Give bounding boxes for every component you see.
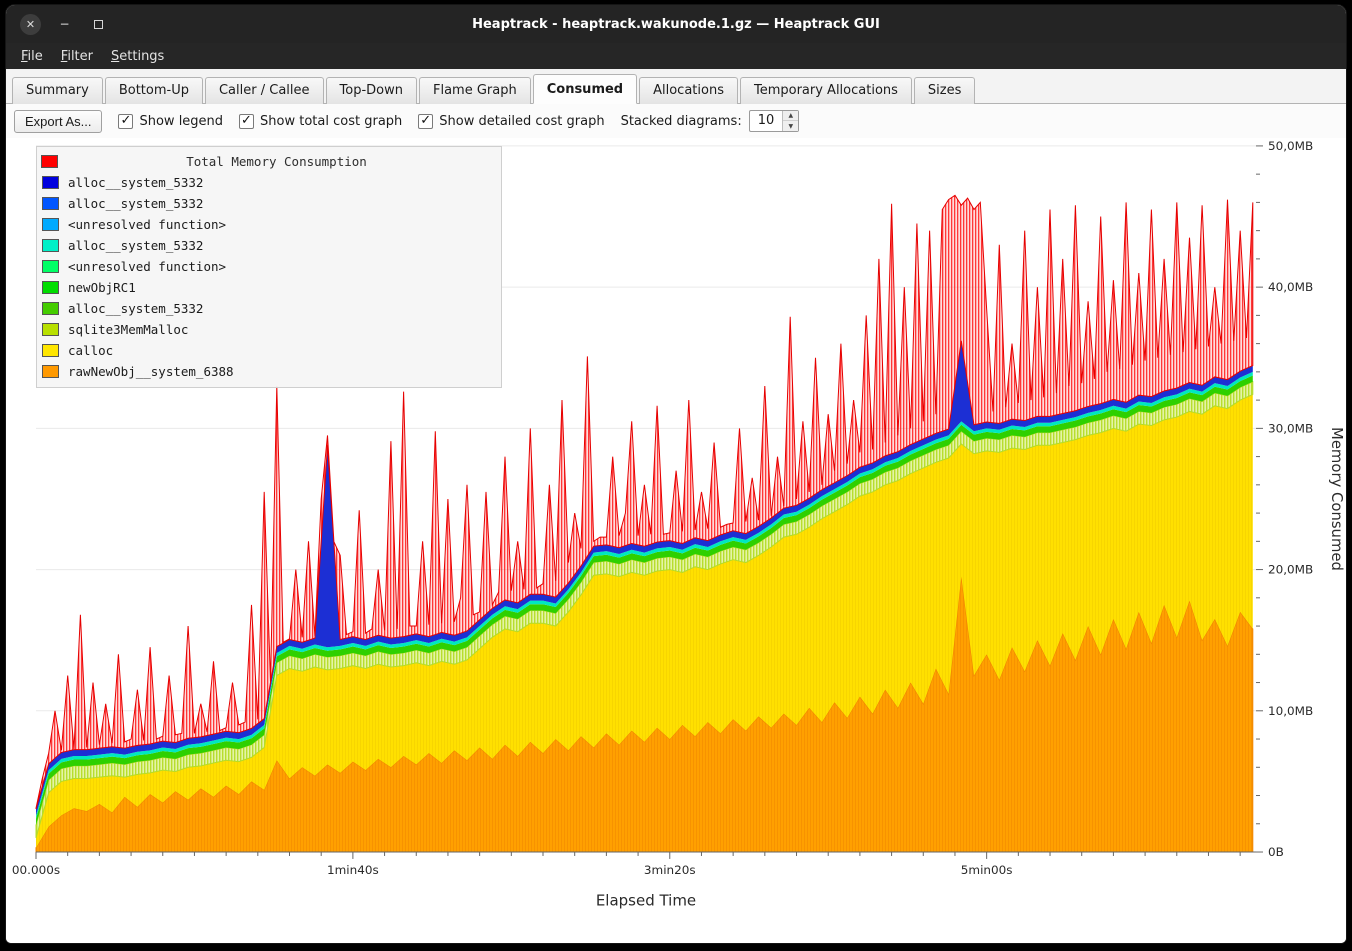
tab-sizes[interactable]: Sizes bbox=[914, 77, 975, 104]
menu-bar: File Filter Settings bbox=[6, 43, 1346, 69]
legend-label: <unresolved function> bbox=[68, 217, 226, 232]
legend-item: alloc__system_5332 bbox=[41, 298, 495, 319]
spinbox-up-button[interactable]: ▲ bbox=[783, 111, 798, 121]
legend-swatch bbox=[42, 302, 59, 315]
maximize-button[interactable] bbox=[88, 14, 109, 35]
legend-swatch bbox=[42, 176, 59, 189]
menu-settings[interactable]: Settings bbox=[102, 45, 173, 68]
x-tick-label: 5min00s bbox=[961, 863, 1013, 877]
y-tick-label: 40,0MB bbox=[1268, 280, 1313, 294]
checkbox-label: Show legend bbox=[139, 114, 223, 129]
tab-temporary-allocations[interactable]: Temporary Allocations bbox=[740, 77, 912, 104]
export-as-button[interactable]: Export As... bbox=[14, 110, 102, 133]
legend-swatch bbox=[42, 260, 59, 273]
legend-label: alloc__system_5332 bbox=[68, 175, 203, 190]
legend-swatch bbox=[42, 197, 59, 210]
spinbox-value: 10 bbox=[750, 111, 783, 131]
legend-item: sqlite3MemMalloc bbox=[41, 319, 495, 340]
legend-item: alloc__system_5332 bbox=[41, 172, 495, 193]
legend-label: <unresolved function> bbox=[68, 259, 226, 274]
checkbox-label: Show total cost graph bbox=[260, 114, 402, 129]
window-controls: ✕ − bbox=[20, 5, 109, 43]
tab-allocations[interactable]: Allocations bbox=[639, 77, 738, 104]
legend-item: alloc__system_5332 bbox=[41, 235, 495, 256]
tab-bottom-up[interactable]: Bottom-Up bbox=[105, 77, 203, 104]
show-detailed-cost-checkbox[interactable]: Show detailed cost graph bbox=[418, 114, 604, 129]
legend-label: rawNewObj__system_6388 bbox=[68, 364, 234, 379]
legend-label: alloc__system_5332 bbox=[68, 196, 203, 211]
app-window: ✕ − Heaptrack - heaptrack.wakunode.1.gz … bbox=[5, 4, 1347, 944]
checkbox-label: Show detailed cost graph bbox=[439, 114, 604, 129]
x-tick-label: 3min20s bbox=[644, 863, 696, 877]
stacked-diagrams-label: Stacked diagrams: bbox=[621, 114, 742, 129]
menu-file[interactable]: File bbox=[12, 45, 52, 68]
tab-caller-callee[interactable]: Caller / Callee bbox=[205, 77, 324, 104]
legend-label: alloc__system_5332 bbox=[68, 301, 203, 316]
checkbox-checked-icon bbox=[239, 114, 254, 129]
legend-swatch bbox=[42, 239, 59, 252]
title-bar: ✕ − Heaptrack - heaptrack.wakunode.1.gz … bbox=[6, 5, 1346, 43]
window-title: Heaptrack - heaptrack.wakunode.1.gz — He… bbox=[472, 17, 880, 32]
menu-filter[interactable]: Filter bbox=[52, 45, 102, 68]
toolbar: Export As... Show legend Show total cost… bbox=[6, 104, 1346, 138]
stacked-diagrams-spinbox[interactable]: 10 ▲ ▼ bbox=[749, 110, 800, 132]
legend-label: calloc bbox=[68, 343, 113, 358]
tab-flame-graph[interactable]: Flame Graph bbox=[419, 77, 531, 104]
legend-swatch bbox=[42, 344, 59, 357]
legend-swatch bbox=[42, 365, 59, 378]
tab-summary[interactable]: Summary bbox=[12, 77, 103, 104]
y-tick-label: 10,0MB bbox=[1268, 704, 1313, 718]
checkbox-checked-icon bbox=[418, 114, 433, 129]
legend-item: alloc__system_5332 bbox=[41, 193, 495, 214]
chart-legend: Total Memory Consumption alloc__system_5… bbox=[36, 146, 502, 388]
x-tick-label: 1min40s bbox=[327, 863, 379, 877]
checkbox-checked-icon bbox=[118, 114, 133, 129]
y-axis-title: Memory Consumed bbox=[1328, 427, 1346, 571]
legend-title-row: Total Memory Consumption bbox=[41, 151, 495, 172]
tab-top-down[interactable]: Top-Down bbox=[326, 77, 417, 104]
legend-item: <unresolved function> bbox=[41, 214, 495, 235]
x-tick-label: 00.000s bbox=[12, 863, 60, 877]
legend-swatch bbox=[42, 218, 59, 231]
spinbox-down-button[interactable]: ▼ bbox=[783, 121, 798, 131]
y-tick-label: 0B bbox=[1268, 845, 1284, 859]
legend-label: newObjRC1 bbox=[68, 280, 136, 295]
minimize-button[interactable]: − bbox=[54, 14, 75, 35]
legend-item: calloc bbox=[41, 340, 495, 361]
legend-item: <unresolved function> bbox=[41, 256, 495, 277]
legend-swatch bbox=[42, 323, 59, 336]
legend-title: Total Memory Consumption bbox=[58, 154, 495, 169]
legend-swatch bbox=[41, 155, 58, 168]
legend-label: sqlite3MemMalloc bbox=[68, 322, 188, 337]
chart-area: 00.000s 1min40s 3min20s 5min00s 0B 10,0MB 20,0… bbox=[6, 138, 1346, 943]
y-tick-label: 20,0MB bbox=[1268, 563, 1313, 577]
legend-item: newObjRC1 bbox=[41, 277, 495, 298]
close-button[interactable]: ✕ bbox=[20, 14, 41, 35]
y-tick-label: 50,0MB bbox=[1268, 139, 1313, 153]
tab-consumed[interactable]: Consumed bbox=[533, 74, 637, 104]
legend-item: rawNewObj__system_6388 bbox=[41, 361, 495, 382]
tab-bar: Summary Bottom-Up Caller / Callee Top-Do… bbox=[6, 69, 1346, 104]
show-legend-checkbox[interactable]: Show legend bbox=[118, 114, 223, 129]
legend-swatch bbox=[42, 281, 59, 294]
y-tick-label: 30,0MB bbox=[1268, 421, 1313, 435]
legend-label: alloc__system_5332 bbox=[68, 238, 203, 253]
maximize-icon bbox=[94, 20, 103, 29]
x-axis-title: Elapsed Time bbox=[596, 891, 696, 909]
spinbox-buttons: ▲ ▼ bbox=[782, 111, 798, 131]
show-total-cost-checkbox[interactable]: Show total cost graph bbox=[239, 114, 402, 129]
